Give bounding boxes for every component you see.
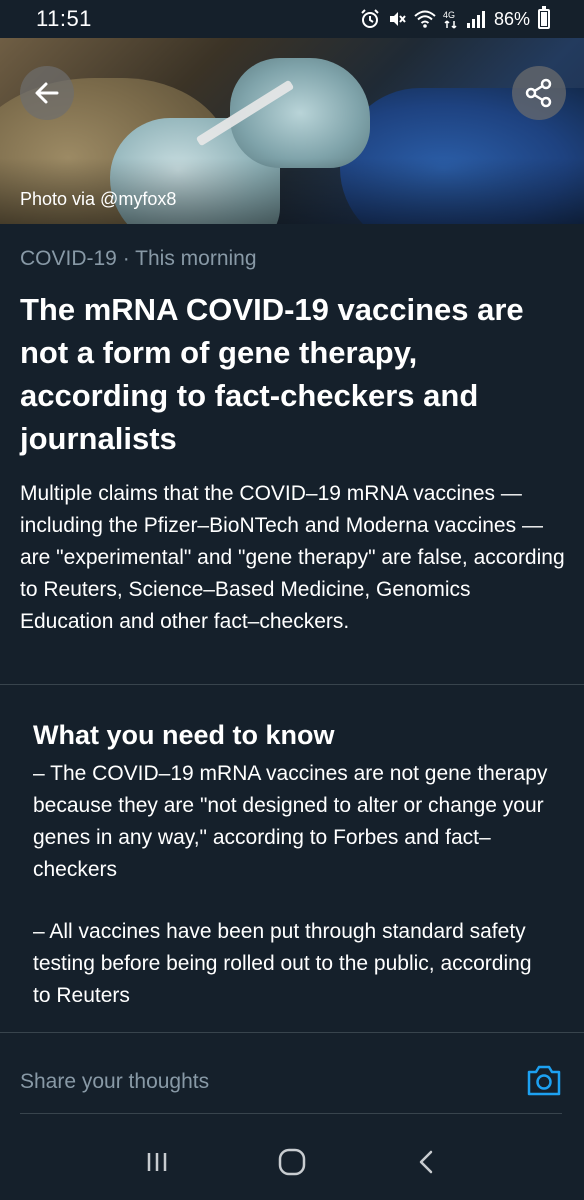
svg-text:4G: 4G — [443, 10, 455, 20]
mute-icon — [389, 12, 406, 26]
home-button[interactable] — [267, 1137, 317, 1187]
recents-button[interactable] — [132, 1137, 182, 1187]
battery-percent: 86% — [493, 8, 530, 29]
status-icons: 4G — [360, 9, 486, 29]
share-thoughts-input[interactable]: Share your thoughts — [20, 1070, 209, 1094]
battery-icon — [538, 6, 550, 29]
signal-icon — [466, 11, 485, 28]
arrow-left-icon — [35, 82, 59, 104]
recents-icon — [148, 1153, 167, 1171]
meta-separator: · — [116, 247, 136, 270]
divider — [0, 684, 584, 685]
compose-underline — [20, 1113, 562, 1114]
wifi-icon — [414, 10, 436, 28]
need-to-know-point: – All vaccines have been put through sta… — [33, 920, 532, 1007]
article-time: This morning — [135, 247, 257, 270]
4g-icon: 4G — [443, 10, 457, 29]
back-nav-button[interactable] — [402, 1137, 452, 1187]
camera-button[interactable] — [526, 1062, 562, 1098]
system-nav-bar — [0, 1124, 584, 1200]
article-topic[interactable]: COVID-19 — [20, 247, 117, 270]
need-to-know-point: – The COVID–19 mRNA vaccines are not gen… — [33, 762, 548, 881]
need-to-know-card: What you need to know – The COVID–19 mRN… — [0, 700, 584, 1030]
article-meta: COVID-19 · This morning — [20, 247, 257, 271]
photo-credit: Photo via @myfox8 — [20, 189, 177, 209]
camera-icon — [527, 1065, 561, 1096]
share-button[interactable] — [512, 66, 566, 120]
battery-level — [541, 12, 547, 26]
status-right: 4G 86% — [360, 6, 550, 30]
share-icon — [525, 78, 552, 108]
compose-bar: Share your thoughts — [0, 1040, 584, 1116]
home-icon — [278, 1148, 306, 1176]
divider — [0, 1032, 584, 1033]
back-icon — [419, 1150, 432, 1174]
need-to-know-title: What you need to know — [33, 720, 335, 750]
back-button[interactable] — [20, 66, 74, 120]
status-time: 11:51 — [36, 6, 92, 31]
alarm-icon — [361, 9, 379, 28]
article-headline: The mRNA COVID-19 vaccines are not a for… — [20, 292, 524, 456]
hero-image: Photo via @myfox8 — [0, 38, 584, 224]
status-bar: 11:51 4G 86% — [0, 0, 584, 38]
article-summary: Multiple claims that the COVID–19 mRNA v… — [20, 482, 565, 633]
